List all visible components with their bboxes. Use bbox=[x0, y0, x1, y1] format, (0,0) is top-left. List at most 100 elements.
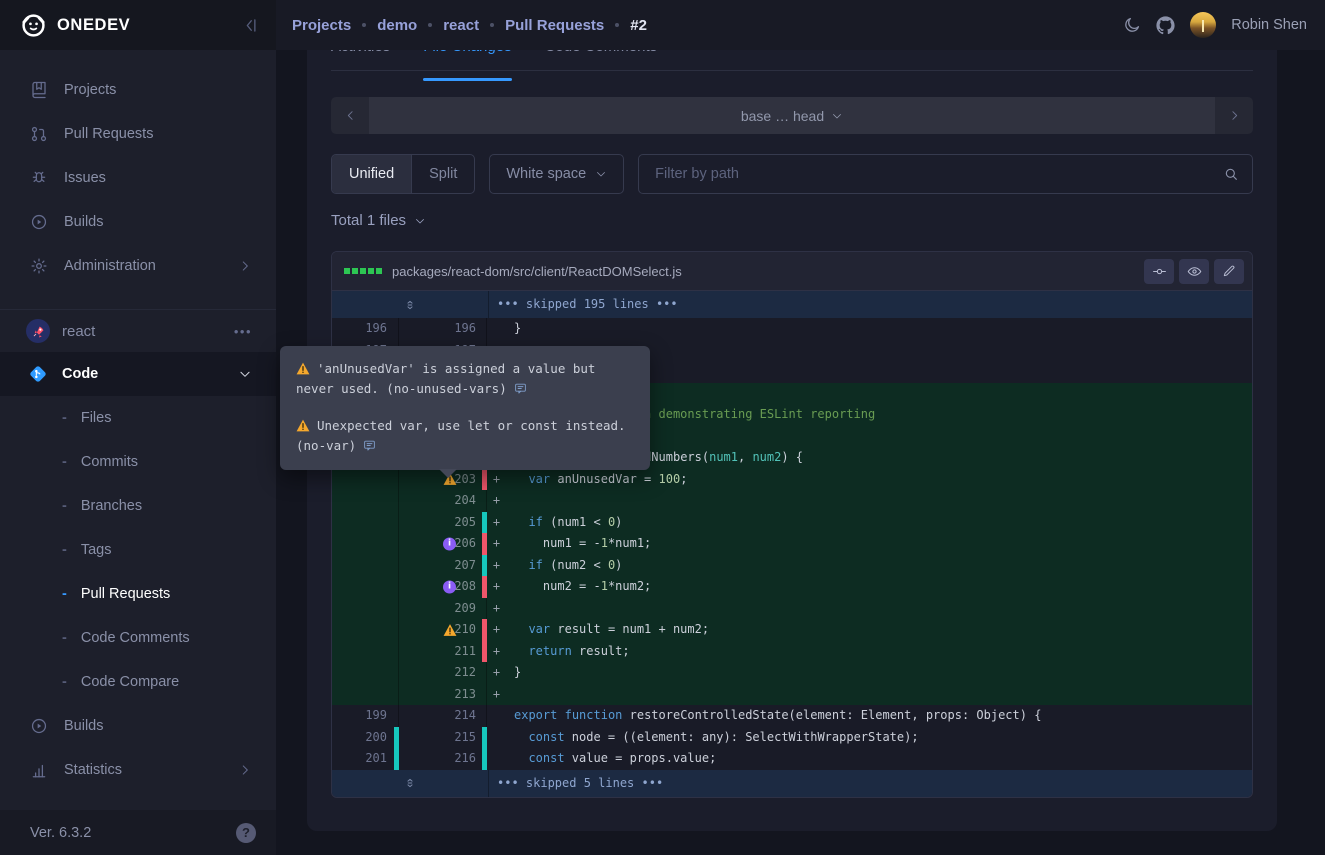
split-view-button[interactable]: Split bbox=[412, 155, 474, 193]
old-line-number[interactable]: 200 bbox=[332, 727, 399, 749]
new-line-number[interactable]: 214 bbox=[399, 705, 487, 727]
sidebar-item-code-comments[interactable]: -Code Comments bbox=[0, 616, 276, 660]
new-line-number[interactable]: 204 bbox=[399, 490, 487, 512]
new-line-number[interactable]: 211 bbox=[399, 641, 487, 663]
breadcrumb-item--2[interactable]: #2 bbox=[630, 17, 647, 34]
coverage-mark-teal bbox=[394, 727, 399, 749]
new-line-number[interactable]: 208i bbox=[399, 576, 487, 598]
old-line-number[interactable] bbox=[332, 469, 399, 491]
view-file-button[interactable] bbox=[1179, 259, 1209, 284]
range-prev-button[interactable] bbox=[331, 97, 369, 134]
sidebar-item-code-compare[interactable]: -Code Compare bbox=[0, 660, 276, 704]
diff-sign: + bbox=[487, 576, 506, 598]
github-icon[interactable] bbox=[1156, 16, 1175, 35]
new-line-number[interactable]: 205 bbox=[399, 512, 487, 534]
git-diamond-icon bbox=[28, 364, 48, 384]
new-line-number[interactable]: 210 bbox=[399, 619, 487, 641]
old-line-number[interactable] bbox=[332, 490, 399, 512]
project-name: react bbox=[62, 323, 95, 340]
edit-file-button[interactable] bbox=[1214, 259, 1244, 284]
info-icon[interactable]: i bbox=[443, 537, 456, 550]
new-line-number[interactable]: 215 bbox=[399, 727, 487, 749]
old-line-number[interactable] bbox=[332, 512, 399, 534]
breadcrumb-item-projects[interactable]: Projects bbox=[292, 17, 351, 34]
breadcrumb-item-pull-requests[interactable]: Pull Requests bbox=[505, 17, 604, 34]
diff-row-206: 206i+ num1 = -1*num1; bbox=[332, 533, 1252, 555]
old-line-number[interactable] bbox=[332, 662, 399, 684]
add-comment-icon[interactable] bbox=[363, 439, 376, 452]
warning-icon[interactable] bbox=[443, 623, 457, 636]
range-next-button[interactable] bbox=[1215, 97, 1253, 134]
file-actions bbox=[1144, 259, 1244, 284]
sidebar-group-code[interactable]: Code bbox=[0, 352, 276, 396]
code-problems-tooltip: 'anUnusedVar' is assigned a value but ne… bbox=[280, 346, 650, 470]
onedev-logo-icon[interactable] bbox=[20, 12, 47, 39]
search-icon[interactable] bbox=[1210, 155, 1252, 193]
chevron-down-icon bbox=[414, 215, 426, 227]
dash-icon: - bbox=[62, 586, 67, 602]
old-line-number[interactable]: 201 bbox=[332, 748, 399, 770]
dark-mode-moon-icon[interactable] bbox=[1123, 16, 1141, 34]
old-line-number[interactable]: 196 bbox=[332, 318, 399, 340]
file-path[interactable]: packages/react-dom/src/client/ReactDOMSe… bbox=[392, 264, 682, 279]
coverage-mark-teal bbox=[482, 555, 487, 577]
old-line-number[interactable]: 199 bbox=[332, 705, 399, 727]
diff-row-211: 211+ return result; bbox=[332, 641, 1252, 663]
sidebar-item-administration[interactable]: Administration bbox=[0, 244, 276, 288]
commit-range-selector[interactable]: base … head bbox=[369, 97, 1215, 134]
expand-lines-icon[interactable] bbox=[332, 291, 489, 318]
dash-icon: - bbox=[62, 498, 67, 514]
coverage-mark-teal bbox=[482, 727, 487, 749]
sidebar-item-tags[interactable]: -Tags bbox=[0, 528, 276, 572]
new-line-number[interactable]: 213 bbox=[399, 684, 487, 706]
breadcrumb-item-demo[interactable]: demo bbox=[377, 17, 417, 34]
total-files-toggle[interactable]: Total 1 files bbox=[331, 212, 426, 229]
coverage-mark-red bbox=[482, 641, 487, 663]
sidebar-item-statistics[interactable]: Statistics bbox=[0, 748, 276, 792]
sidebar-item-projects[interactable]: Projects bbox=[0, 68, 276, 112]
old-line-number[interactable] bbox=[332, 555, 399, 577]
old-line-number[interactable] bbox=[332, 641, 399, 663]
old-line-number[interactable] bbox=[332, 619, 399, 641]
new-line-number[interactable]: 206i bbox=[399, 533, 487, 555]
sidebar-item-commits[interactable]: -Commits bbox=[0, 440, 276, 484]
sidebar-item-builds[interactable]: Builds bbox=[0, 704, 276, 748]
sidebar-collapse-icon[interactable] bbox=[241, 16, 260, 35]
add-comment-icon[interactable] bbox=[514, 382, 527, 395]
old-line-number[interactable] bbox=[332, 598, 399, 620]
whitespace-dropdown[interactable]: White space bbox=[489, 154, 624, 194]
sidebar-item-branches[interactable]: -Branches bbox=[0, 484, 276, 528]
commit-history-button[interactable] bbox=[1144, 259, 1174, 284]
info-icon[interactable]: i bbox=[443, 580, 456, 593]
sidebar-item-label: Tags bbox=[81, 542, 112, 558]
expand-lines-icon[interactable] bbox=[332, 770, 489, 797]
bar-chart-icon bbox=[30, 761, 50, 779]
sidebar-brand: ONEDEV bbox=[0, 0, 276, 50]
sidebar-item-files[interactable]: -Files bbox=[0, 396, 276, 440]
sidebar-item-pull-requests[interactable]: -Pull Requests bbox=[0, 572, 276, 616]
old-line-number[interactable] bbox=[332, 533, 399, 555]
unified-view-button[interactable]: Unified bbox=[332, 155, 412, 193]
new-line-number[interactable]: 196 bbox=[399, 318, 487, 340]
project-more-icon[interactable]: ••• bbox=[234, 324, 252, 339]
sidebar-item-pull-requests[interactable]: Pull Requests bbox=[0, 112, 276, 156]
new-line-number[interactable]: 209 bbox=[399, 598, 487, 620]
help-icon[interactable]: ? bbox=[236, 823, 256, 843]
avatar[interactable] bbox=[1190, 12, 1216, 38]
old-line-number[interactable] bbox=[332, 576, 399, 598]
sidebar-project-react[interactable]: react ••• bbox=[0, 309, 276, 352]
bug-icon bbox=[30, 169, 50, 187]
breadcrumb-item-react[interactable]: react bbox=[443, 17, 479, 34]
diff-row-210: 210+ var result = num1 + num2; bbox=[332, 619, 1252, 641]
new-line-number[interactable]: 207 bbox=[399, 555, 487, 577]
user-name[interactable]: Robin Shen bbox=[1231, 17, 1307, 33]
app-title[interactable]: ONEDEV bbox=[57, 16, 130, 35]
old-line-number[interactable] bbox=[332, 684, 399, 706]
sidebar-item-issues[interactable]: Issues bbox=[0, 156, 276, 200]
filter-path-input[interactable] bbox=[639, 166, 1210, 182]
new-line-number[interactable]: 212 bbox=[399, 662, 487, 684]
sidebar-item-builds[interactable]: Builds bbox=[0, 200, 276, 244]
new-line-number[interactable]: 216 bbox=[399, 748, 487, 770]
diff-row-209: 209+ bbox=[332, 598, 1252, 620]
diff-row-208: 208i+ num2 = -1*num2; bbox=[332, 576, 1252, 598]
